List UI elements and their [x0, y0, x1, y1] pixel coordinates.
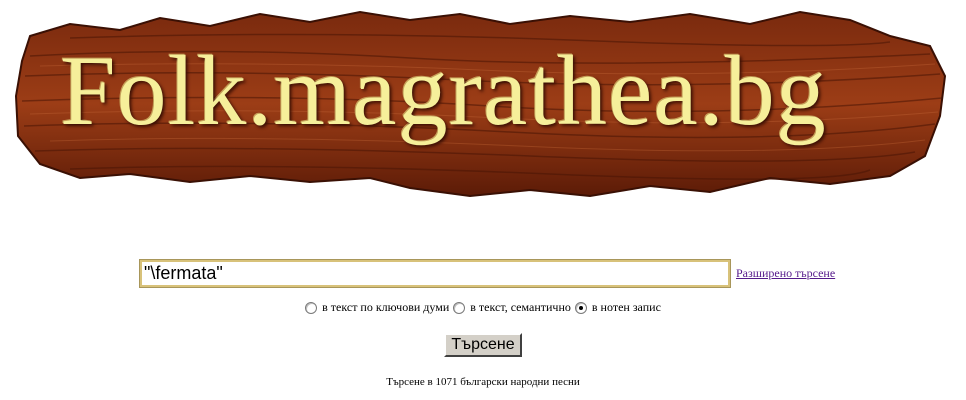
- radio-semantic[interactable]: [453, 301, 466, 314]
- search-button[interactable]: Търсене: [444, 333, 522, 357]
- radio-keywords[interactable]: [305, 301, 318, 314]
- radio-notation[interactable]: [574, 301, 587, 314]
- advanced-search-link[interactable]: Разширено търсене: [736, 266, 835, 281]
- search-mode-group: в текст по ключови думи в текст, семанти…: [0, 300, 966, 315]
- submit-wrap: Търсене: [0, 333, 966, 357]
- mode-option-semantic[interactable]: в текст, семантично: [453, 300, 571, 315]
- site-logo[interactable]: Folk.magrathea.bg: [10, 6, 955, 201]
- mode-option-keywords[interactable]: в текст по ключови думи: [305, 300, 449, 315]
- search-row: Разширено търсене: [139, 258, 835, 288]
- collection-count-note: Търсене в 1071 български народни песни: [386, 376, 580, 388]
- mode-label-keywords: в текст по ключови думи: [322, 300, 450, 314]
- logo-title: Folk.magrathea.bg: [60, 35, 827, 146]
- mode-label-notation: в нотен запис: [591, 300, 661, 314]
- search-input[interactable]: [139, 258, 731, 288]
- mode-option-notation[interactable]: в нотен запис: [574, 300, 661, 315]
- mode-label-semantic: в текст, семантично: [470, 300, 571, 314]
